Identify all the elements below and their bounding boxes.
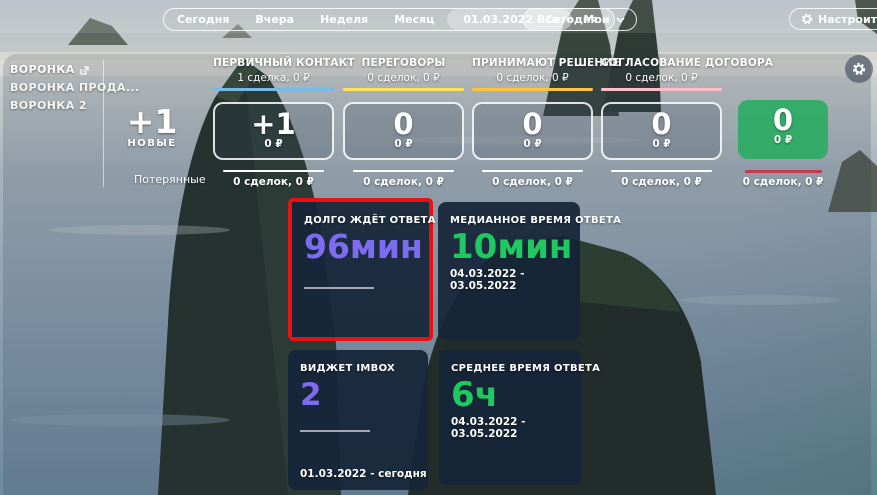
scope-my-button[interactable]: Мои xyxy=(572,9,635,30)
new-leads-block[interactable]: +1 НОВЫЕ xyxy=(110,103,194,149)
stage-card-value: 0 xyxy=(345,107,462,141)
widget-title: ДОЛГО ЖДЁТ ОТВЕТА xyxy=(304,215,417,226)
stage-title: ПЕРВИЧНЫЙ КОНТАКТ xyxy=(213,57,334,69)
external-link-icon xyxy=(80,66,89,75)
stage-accent-line xyxy=(472,88,593,91)
stage-subtitle: 1 сделка, 0 ₽ xyxy=(213,72,334,84)
stage-title: СОГЛАСОВАНИЕ ДОГОВОРА xyxy=(601,57,722,69)
stage-footer-line-won xyxy=(745,170,822,173)
stage-footer-line xyxy=(482,170,583,172)
stage-card-contract[interactable]: 0 0 ₽ xyxy=(601,102,722,160)
widget-median-response-time[interactable]: МЕДИАННОЕ ВРЕМЯ ОТВЕТА 10мин 04.03.2022 … xyxy=(438,202,580,340)
stage-card-sum: 0 ₽ xyxy=(603,138,720,150)
stage-subtitle: 0 сделок, 0 ₽ xyxy=(601,72,722,84)
stage-header-decision: ПРИНИМАЮТ РЕШЕНИЕ 0 сделок, 0 ₽ xyxy=(472,57,593,84)
stage-card-value: 0 xyxy=(738,103,828,137)
stage-footer-line xyxy=(353,170,454,172)
sidebar-item-funnel[interactable]: ВОРОНКА xyxy=(10,61,140,79)
scope-all-button[interactable]: Все xyxy=(524,9,572,30)
funnel-label: ВОРОНКА ПРОДА... xyxy=(10,79,140,97)
filter-month[interactable]: Месяц xyxy=(381,9,447,30)
stage-card-sum: 0 ₽ xyxy=(345,138,462,150)
stage-card-value: 0 xyxy=(603,107,720,141)
stage-card-value: 0 xyxy=(474,107,591,141)
widget-title: МЕДИАННОЕ ВРЕМЯ ОТВЕТА xyxy=(450,215,568,226)
stage-footer: 0 сделок, 0 ₽ xyxy=(601,176,722,188)
widget-title: СРЕДНЕЕ ВРЕМЯ ОТВЕТА xyxy=(451,363,569,374)
stage-footer: 0 сделок, 0 ₽ xyxy=(213,176,334,188)
stage-subtitle: 0 сделок, 0 ₽ xyxy=(472,72,593,84)
widget-period: 04.03.2022 - 03.05.2022 xyxy=(450,268,568,292)
stage-card-sum: 0 ₽ xyxy=(474,138,591,150)
widget-title: ВИДЖЕТ IMBOX xyxy=(300,363,416,374)
stage-card-won[interactable]: 0 0 ₽ xyxy=(738,100,828,159)
stage-accent-line xyxy=(343,88,464,91)
chevron-down-icon xyxy=(616,17,625,23)
stage-accent-line xyxy=(213,88,334,91)
stage-footer: 0 сделок, 0 ₽ xyxy=(723,176,843,188)
stage-title: ПРИНИМАЮТ РЕШЕНИЕ xyxy=(472,57,593,69)
sidebar-item-funnel-sales[interactable]: ВОРОНКА ПРОДА... xyxy=(10,79,140,97)
stage-header-negotiation: ПЕРЕГОВОРЫ 0 сделок, 0 ₽ xyxy=(343,57,464,84)
configure-label: Настроить xyxy=(818,13,877,26)
widget-average-response-time[interactable]: СРЕДНЕЕ ВРЕМЯ ОТВЕТА 6ч 04.03.2022 - 03.… xyxy=(439,350,581,485)
stage-accent-line xyxy=(601,88,722,91)
gear-icon xyxy=(852,62,866,76)
filter-yesterday[interactable]: Вчера xyxy=(242,9,307,30)
widget-value: 10мин xyxy=(450,226,568,268)
stage-header-contract: СОГЛАСОВАНИЕ ДОГОВОРА 0 сделок, 0 ₽ xyxy=(601,57,722,84)
widget-value: 96мин xyxy=(304,226,417,268)
stage-card-sum: 0 ₽ xyxy=(738,134,828,146)
stage-footer-line xyxy=(611,170,712,172)
widget-divider-line xyxy=(304,287,374,289)
widget-value: 2 xyxy=(300,374,416,416)
scope-my-label: Мои xyxy=(583,9,609,30)
widget-divider-line xyxy=(300,430,370,432)
stage-footer: 0 сделок, 0 ₽ xyxy=(472,176,593,188)
widget-period: 01.03.2022 - сегодня xyxy=(300,468,427,480)
gear-icon xyxy=(801,13,813,25)
stage-card-negotiation[interactable]: 0 0 ₽ xyxy=(343,102,464,160)
sidebar-divider xyxy=(103,60,104,187)
widget-imbox[interactable]: ВИДЖЕТ IMBOX 2 01.03.2022 - сегодня xyxy=(288,350,428,490)
filter-week[interactable]: Неделя xyxy=(307,9,381,30)
stage-card-primary-contact[interactable]: +1 0 ₽ xyxy=(213,102,334,160)
funnel-label: ВОРОНКА xyxy=(10,61,75,79)
funnel-label: ВОРОНКА 2 xyxy=(10,97,87,115)
widget-period: 04.03.2022 - 03.05.2022 xyxy=(451,416,569,440)
new-leads-count: +1 xyxy=(110,103,194,140)
filter-today[interactable]: Сегодня xyxy=(164,9,242,30)
stage-card-decision[interactable]: 0 0 ₽ xyxy=(472,102,593,160)
lost-leads-link[interactable]: Потерянные xyxy=(134,173,206,186)
stage-card-value: +1 xyxy=(215,107,332,141)
configure-button[interactable]: Настроить xyxy=(789,8,877,30)
stage-footer: 0 сделок, 0 ₽ xyxy=(343,176,464,188)
widget-value: 6ч xyxy=(451,374,569,416)
stage-title: ПЕРЕГОВОРЫ xyxy=(343,57,464,69)
scope-toggle-group: Все Мои xyxy=(523,8,637,31)
stage-header-primary-contact: ПЕРВИЧНЫЙ КОНТАКТ 1 сделка, 0 ₽ xyxy=(213,57,334,84)
widget-long-wait[interactable]: ДОЛГО ЖДЁТ ОТВЕТА 96мин xyxy=(288,198,433,341)
board-settings-button[interactable] xyxy=(845,55,873,83)
new-leads-label: НОВЫЕ xyxy=(110,138,194,149)
stage-footer-line xyxy=(223,170,324,172)
stage-card-sum: 0 ₽ xyxy=(215,138,332,150)
stage-subtitle: 0 сделок, 0 ₽ xyxy=(343,72,464,84)
